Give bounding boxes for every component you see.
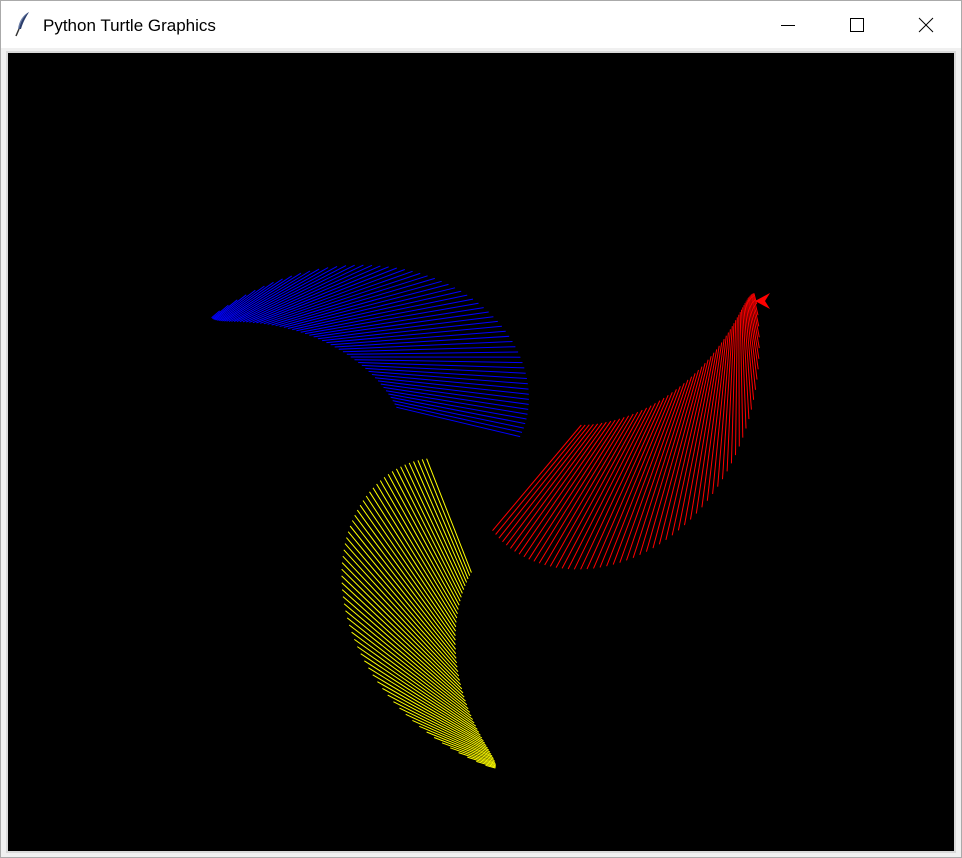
spiral-line bbox=[358, 362, 525, 369]
spiral-line bbox=[388, 393, 527, 420]
minimize-button[interactable] bbox=[753, 1, 823, 48]
close-icon bbox=[918, 17, 934, 33]
spiral-line bbox=[267, 272, 421, 325]
spiral-line bbox=[658, 362, 706, 545]
spiral-line bbox=[364, 660, 481, 736]
spiral-line bbox=[412, 719, 493, 757]
spiral-line bbox=[533, 417, 625, 562]
classic-arrow-icon bbox=[755, 293, 770, 309]
spiral-line bbox=[394, 403, 523, 433]
blue-spiral-lines bbox=[211, 264, 529, 438]
spiral-line bbox=[645, 369, 699, 552]
window-title: Python Turtle Graphics bbox=[43, 16, 216, 35]
spiral-line bbox=[346, 617, 472, 717]
spiral-line bbox=[639, 373, 696, 556]
spiral-line bbox=[342, 596, 468, 706]
turtle-drawing bbox=[211, 264, 770, 769]
red-spiral-lines bbox=[492, 293, 760, 570]
spiral-line bbox=[341, 562, 462, 686]
turtle-window: Python Turtle Graphics bbox=[0, 0, 962, 858]
yellow-spiral-lines bbox=[341, 458, 496, 769]
spiral-line bbox=[354, 514, 456, 650]
spiral-line bbox=[413, 461, 468, 583]
spiral-line bbox=[599, 392, 673, 568]
spiral-line bbox=[404, 464, 465, 590]
spiral-line bbox=[396, 406, 521, 438]
spiral-line bbox=[593, 395, 669, 569]
spiral-line bbox=[393, 701, 490, 751]
spiral-line bbox=[343, 603, 469, 710]
spiral-line bbox=[345, 610, 471, 713]
spiral-line bbox=[379, 480, 458, 614]
maximize-icon bbox=[849, 17, 865, 33]
close-button[interactable] bbox=[891, 1, 961, 48]
spiral-line bbox=[492, 424, 582, 532]
maximize-button[interactable] bbox=[822, 1, 892, 48]
spiral-line bbox=[322, 320, 498, 342]
spiral-line bbox=[400, 466, 463, 594]
spiral-line bbox=[346, 351, 519, 355]
spiral-line bbox=[392, 400, 524, 429]
minimize-icon bbox=[780, 17, 796, 33]
spiral-line bbox=[735, 317, 738, 456]
spiral-line bbox=[341, 589, 466, 702]
spiral-line bbox=[738, 314, 740, 447]
spiral-line bbox=[351, 631, 475, 724]
spiral-line bbox=[612, 386, 681, 565]
turtle-canvas[interactable] bbox=[6, 51, 956, 853]
title-bar[interactable]: Python Turtle Graphics bbox=[1, 1, 961, 48]
spiral-line bbox=[354, 359, 523, 364]
spiral-line bbox=[538, 415, 630, 564]
drawing-area bbox=[8, 53, 954, 851]
spiral-line bbox=[433, 737, 495, 762]
spiral-line bbox=[383, 476, 459, 610]
spiral-line bbox=[684, 349, 718, 526]
feather-icon bbox=[13, 11, 35, 37]
